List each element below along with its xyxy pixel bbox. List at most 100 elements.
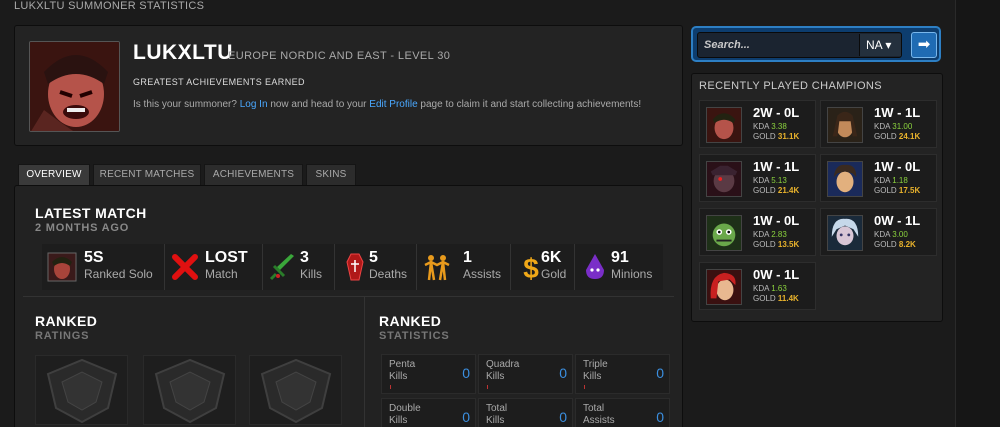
tab-overview[interactable]: OVERVIEW — [18, 164, 90, 186]
region-select[interactable]: NA ▾ — [859, 34, 901, 56]
recent-champion-card[interactable]: 1W - 1L KDA 5.13 GOLD 21.4K — [699, 154, 816, 202]
search-go-button[interactable]: ➡ — [911, 32, 937, 58]
summoner-profile-card: LUKXLTU EUROPE NORDIC AND EAST - LEVEL 3… — [14, 25, 683, 146]
latest-match-stats: 5S Ranked Solo LOST Match 3 Kills 5 Deat… — [42, 244, 663, 290]
champion-record: 1W - 1L — [753, 159, 800, 174]
ranked-stat-penta-kills: Penta Kills 0 — [381, 354, 476, 394]
stat-label-line2: Kills — [486, 371, 505, 382]
tab-skins[interactable]: SKINS — [306, 164, 356, 186]
gold-value: 13.5K — [777, 240, 800, 249]
stat-value: 0 — [656, 365, 664, 381]
recent-champion-card[interactable]: 0W - 1L KDA 3.00 GOLD 8.2K — [820, 208, 937, 256]
ranked-ratings-title: RANKED — [35, 313, 98, 329]
recent-champion-card[interactable]: 1W - 0L KDA 2.83 GOLD 13.5K — [699, 208, 816, 256]
people-icon — [424, 255, 450, 281]
champion-icon — [827, 161, 863, 197]
champion-icon — [706, 269, 742, 305]
stat-deaths: 5 Deaths — [335, 244, 417, 290]
kda-value: 2.83 — [771, 230, 787, 239]
column-divider — [364, 297, 365, 427]
stat-label-line1: Penta — [389, 359, 416, 370]
rank-emblem-icon — [154, 358, 226, 424]
stat-marker — [390, 385, 391, 389]
latest-match-title: LATEST MATCH — [35, 205, 147, 221]
summoner-search: NA ▾ ➡ — [691, 26, 941, 62]
stat-queue: 5S Ranked Solo — [42, 244, 165, 290]
rank-badge — [143, 355, 236, 425]
stat-result: LOST Match — [165, 244, 263, 290]
kda-value: 3.00 — [892, 230, 908, 239]
login-link[interactable]: Log In — [240, 99, 268, 110]
stat-assists: 1 Assists — [417, 244, 511, 290]
kda-value: 1.18 — [892, 176, 908, 185]
champion-record: 1W - 1L — [874, 105, 921, 120]
ranked-stats-subtitle: STATISTICS — [379, 330, 450, 342]
claim-message: Is this your summoner? Log In now and he… — [133, 99, 641, 110]
stat-assists-label: Assists — [463, 267, 502, 281]
svg-text:$: $ — [523, 253, 539, 282]
gold-value: 31.1K — [777, 132, 800, 141]
stat-assists-value: 1 — [463, 249, 472, 266]
gold-value: 8.2K — [898, 240, 916, 249]
recent-champion-card[interactable]: 1W - 0L KDA 1.18 GOLD 17.5K — [820, 154, 937, 202]
gold-label: GOLD — [753, 186, 776, 195]
stat-kills: 3 Kills — [263, 244, 335, 290]
tab-recent-matches[interactable]: RECENT MATCHES — [93, 164, 201, 186]
claim-prefix: Is this your summoner? — [133, 99, 237, 110]
ranked-stat-double-kills: Double Kills 0 — [381, 398, 476, 427]
champion-record: 1W - 0L — [874, 159, 921, 174]
claim-suffix: page to claim it and start collecting ac… — [420, 99, 642, 110]
recent-champion-card[interactable]: 1W - 1L KDA 31.00 GOLD 24.1K — [820, 100, 937, 148]
ranked-stat-triple-kills: Triple Kills 0 — [575, 354, 670, 394]
kda-value: 1.63 — [771, 284, 787, 293]
champion-icon — [706, 161, 742, 197]
recent-champion-card[interactable]: 0W - 1L KDA 1.63 GOLD 11.4K — [699, 262, 816, 310]
coffin-icon — [346, 253, 364, 281]
gold-label: GOLD — [753, 240, 776, 249]
stat-label-line1: Quadra — [486, 359, 520, 370]
stat-label-line2: Kills — [389, 371, 408, 382]
gold-label: GOLD — [874, 186, 897, 195]
stat-marker — [487, 385, 488, 389]
gold-label: GOLD — [753, 132, 776, 141]
stat-label-line1: Double — [389, 403, 421, 414]
latest-match-time: 2 MONTHS AGO — [35, 222, 130, 234]
stat-queue-value: 5S — [84, 249, 104, 266]
stat-value: 0 — [559, 409, 567, 425]
rank-emblem-icon — [46, 358, 118, 424]
stat-label-line1: Total — [583, 403, 605, 414]
kda-label: KDA — [874, 230, 891, 239]
stat-value: 0 — [559, 365, 567, 381]
gold-label: GOLD — [874, 132, 897, 141]
page-title: LUKXLTU SUMMONER STATISTICS — [14, 0, 205, 12]
stat-deaths-value: 5 — [369, 249, 378, 266]
recent-champion-card[interactable]: 2W - 0L KDA 3.38 GOLD 31.1K — [699, 100, 816, 148]
edit-profile-link[interactable]: Edit Profile — [369, 99, 417, 110]
section-divider — [23, 296, 674, 297]
kda-value: 5.13 — [771, 176, 787, 185]
rank-badge — [249, 355, 342, 425]
summoner-avatar — [29, 41, 120, 132]
stat-gold-label: Gold — [541, 267, 567, 281]
summoner-region-level: EUROPE NORDIC AND EAST - LEVEL 30 — [228, 50, 451, 62]
ranked-stat-quadra-kills: Quadra Kills 0 — [478, 354, 573, 394]
champion-icon — [706, 107, 742, 143]
kda-label: KDA — [753, 284, 770, 293]
stat-result-label: Match — [205, 267, 238, 281]
sword-icon — [269, 254, 294, 281]
claim-mid: now and head to your — [270, 99, 367, 110]
right-rail — [955, 0, 1000, 427]
recent-champions-panel: RECENTLY PLAYED CHAMPIONS 2W - 0L KDA 3.… — [691, 73, 943, 322]
ranked-stat-total-kills: Total Kills 0 — [478, 398, 573, 427]
kda-label: KDA — [753, 230, 770, 239]
stat-label-line2: Kills — [389, 415, 408, 426]
kda-label: KDA — [874, 122, 891, 131]
champion-record: 0W - 1L — [874, 213, 921, 228]
ranked-stat-total-assists: Total Assists 0 — [575, 398, 670, 427]
tab-achievements[interactable]: ACHIEVEMENTS — [204, 164, 303, 186]
stat-deaths-label: Deaths — [369, 267, 408, 281]
stat-gold-value: 6K — [541, 249, 562, 266]
stat-minions: 91 Minions — [575, 244, 663, 290]
champion-portrait-icon — [47, 252, 77, 282]
champion-record: 2W - 0L — [753, 105, 800, 120]
